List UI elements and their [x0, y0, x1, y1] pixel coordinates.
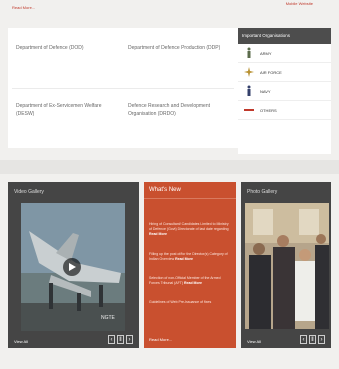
play-icon[interactable]	[63, 258, 81, 276]
news-text: Hiring of Consultant/ Candidates Limited…	[149, 222, 229, 231]
org-label: OTHERS	[260, 107, 277, 113]
news-item[interactable]: Guidelines of Web Pre-Issuance of fixes	[149, 300, 231, 305]
org-label: NAVY	[260, 88, 271, 94]
organisations-title: Important Organisations	[238, 28, 331, 44]
army-icon	[244, 47, 254, 59]
org-item-army[interactable]: ARMY	[238, 44, 331, 63]
departments-panel: Department of Defence (DOD) Department o…	[8, 28, 238, 148]
section-divider	[0, 160, 339, 174]
pause-icon[interactable]: ‖	[117, 335, 124, 344]
video-gallery: Video Gallery NGTE View All ‹ ‖ ›	[8, 182, 139, 348]
photo-gallery-title: Photo Gallery	[247, 189, 278, 195]
org-item-navy[interactable]: NAVY	[238, 82, 331, 101]
video-caption: NGTE	[101, 315, 115, 321]
photo-nav: ‹ ‖ ›	[300, 335, 325, 344]
news-item[interactable]: Filling up the post of/for the Director(…	[149, 252, 231, 262]
photo-gallery: Photo Gallery View All ‹ ‖ ›	[241, 182, 331, 348]
news-tag[interactable]: Read More	[184, 281, 202, 285]
news-item[interactable]: Hiring of Consultant/ Candidates Limited…	[149, 222, 231, 237]
whats-new-title: What's New	[144, 182, 236, 199]
video-view-all-link[interactable]: View All	[14, 339, 28, 344]
dept-desw-link[interactable]: Department of Ex-Servicemen Welfare (DES…	[16, 102, 116, 118]
dept-ddp-link[interactable]: Department of Defence Production (DDP)	[128, 44, 233, 52]
important-organisations: Important Organisations ARMY AIR FORCE N…	[238, 28, 331, 154]
navy-icon	[244, 85, 254, 97]
top-strip: Read More... Mobile Website	[8, 0, 331, 16]
read-more-link[interactable]: Read More...	[12, 5, 35, 10]
pause-icon[interactable]: ‖	[309, 335, 316, 344]
org-item-others[interactable]: OTHERS	[238, 101, 331, 120]
air-force-icon	[244, 67, 254, 77]
news-tag[interactable]: Read More	[175, 257, 193, 261]
video-nav: ‹ ‖ ›	[108, 335, 133, 344]
others-icon	[244, 108, 254, 112]
video-thumbnail[interactable]: NGTE	[21, 203, 125, 331]
next-arrow-icon[interactable]: ›	[126, 335, 133, 344]
whats-new: What's New Hiring of Consultant/ Candida…	[144, 182, 236, 348]
dept-drdo-link[interactable]: Defence Research and Development Organis…	[128, 102, 233, 118]
video-gallery-title: Video Gallery	[14, 189, 44, 195]
news-tag[interactable]: Read More	[149, 232, 167, 236]
news-text: Guidelines of Web Pre-Issuance of fixes	[149, 300, 212, 304]
prev-arrow-icon[interactable]: ‹	[108, 335, 115, 344]
divider	[12, 88, 234, 89]
next-arrow-icon[interactable]: ›	[318, 335, 325, 344]
photo-thumbnail[interactable]	[245, 203, 329, 329]
mobile-website-link[interactable]: Mobile Website	[286, 1, 313, 6]
org-label: AIR FORCE	[260, 69, 282, 75]
photo-view-all-link[interactable]: View All	[247, 339, 261, 344]
news-item[interactable]: Selection of non-Official Member of the …	[149, 276, 231, 286]
org-item-air-force[interactable]: AIR FORCE	[238, 63, 331, 82]
prev-arrow-icon[interactable]: ‹	[300, 335, 307, 344]
whats-new-read-more-link[interactable]: Read More...	[149, 337, 172, 342]
org-label: ARMY	[260, 50, 272, 56]
dept-dod-link[interactable]: Department of Defence (DOD)	[16, 44, 116, 52]
